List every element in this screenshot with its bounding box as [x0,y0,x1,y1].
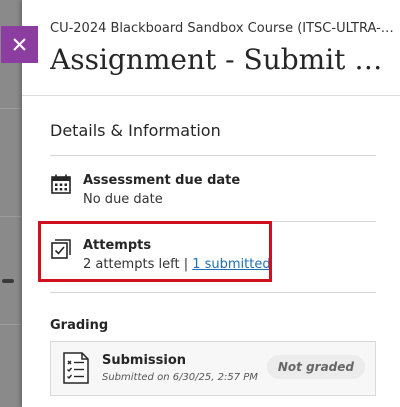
due-date-label: Assessment due date [83,173,241,188]
due-date-value: No due date [83,192,163,207]
submitted-attempts-link[interactable]: 1 submitted [192,257,270,272]
attempts-checkbox-icon [51,239,71,259]
close-panel-button[interactable] [1,26,38,63]
attempts-item: Attempts 2 attempts left | 1 submitted [50,238,376,278]
panel-header: CU-2024 Blackboard Sandbox Course (ITSC-… [22,0,400,96]
close-icon [13,38,26,51]
attempts-label: Attempts [83,238,152,253]
grading-heading: Grading [50,318,109,333]
submission-date: Submitted on 6/30/25, 2:57 PM [102,372,258,383]
grade-status-badge: Not graded [266,355,365,379]
details-heading: Details & Information [50,121,221,140]
background-divider [0,324,22,325]
submission-card[interactable]: Submission Submitted on 6/30/25, 2:57 PM… [50,341,376,396]
submission-document-icon [63,352,89,384]
page-title: Assignment - Submit Fi... [50,43,395,76]
attempts-value: 2 attempts left | 1 submitted [83,257,271,272]
section-divider [50,292,376,293]
assignment-details-panel: CU-2024 Blackboard Sandbox Course (ITSC-… [22,0,400,407]
attempts-separator: | [183,257,189,272]
due-date-item: Assessment due date No due date [50,173,376,213]
background-divider [0,216,22,217]
section-divider [50,221,376,222]
attempts-remaining: 2 attempts left [83,257,180,272]
background-divider [0,108,22,109]
submission-title: Submission [102,353,187,368]
section-divider [50,155,376,156]
background-scroll-marker [2,279,14,283]
calendar-icon [51,174,71,194]
course-name: CU-2024 Blackboard Sandbox Course (ITSC-… [50,21,395,36]
